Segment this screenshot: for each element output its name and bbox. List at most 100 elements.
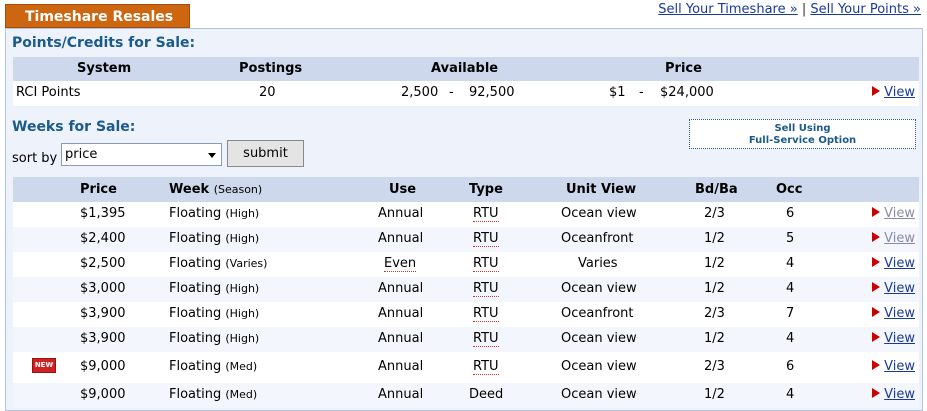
table-cell: Floating (High): [169, 206, 260, 221]
sort-select[interactable]: price: [61, 143, 222, 166]
listings-panel: Points/Credits for Sale: System Postings…: [5, 28, 923, 411]
sell-full-service-button[interactable]: Sell Using Full-Service Option: [689, 119, 916, 149]
table-cell: Ocean view: [561, 206, 637, 221]
new-badge-icon: NEW: [32, 358, 56, 373]
table-cell: Floating (Med): [169, 359, 258, 374]
points-header-row: System Postings Available Price: [13, 57, 919, 81]
col-price: Price: [665, 61, 702, 76]
table-cell: 6: [786, 359, 795, 374]
play-arrow-icon: [872, 257, 881, 267]
postings-cell: 20: [259, 85, 276, 100]
points-section-title: Points/Credits for Sale:: [12, 35, 196, 51]
link-separator: |: [801, 2, 807, 17]
table-cell: Annual: [378, 231, 424, 246]
section-tab: Timeshare Resales: [5, 4, 190, 28]
table-cell: $9,000: [80, 359, 126, 374]
table-cell: Annual: [378, 359, 424, 374]
table-cell: 4: [786, 331, 795, 346]
points-row: RCI Points 20 2,500 - 92,500 $1 - $24,00…: [13, 81, 919, 106]
play-arrow-icon: [872, 232, 881, 242]
table-row: $9,000 Floating (Med) Annual Deed Ocean …: [13, 383, 919, 408]
table-cell: $1,395: [80, 206, 126, 221]
price-min: $1: [609, 85, 626, 100]
col-week: Week (Season): [169, 182, 263, 197]
col-use: Use: [389, 182, 417, 197]
table-row: $3,000 Floating (High) Annual RTU Ocean …: [13, 277, 919, 302]
table-cell: RTU: [473, 306, 499, 322]
table-cell: Annual: [378, 206, 424, 221]
table-cell: $2,400: [80, 231, 126, 246]
table-cell: RTU: [473, 281, 499, 297]
table-cell: 2/3: [704, 306, 725, 321]
col-system: System: [77, 61, 132, 76]
table-cell: 4: [786, 387, 795, 402]
table-cell: Oceanfront: [561, 306, 634, 321]
table-cell: $3,900: [80, 331, 126, 346]
table-cell: Ocean view: [561, 331, 637, 346]
table-cell: 4: [786, 281, 795, 296]
sort-label: sort by: [12, 151, 58, 166]
table-cell: Floating (Varies): [169, 256, 268, 271]
table-row: $2,500 Floating (Varies) Even RTU Varies…: [13, 252, 919, 277]
table-cell: 6: [786, 206, 795, 221]
available-dash: -: [449, 85, 454, 100]
table-cell: Even: [384, 256, 417, 272]
table-cell: 4: [786, 256, 795, 271]
table-cell: Floating (High): [169, 331, 260, 346]
view-link[interactable]: View: [872, 306, 915, 321]
play-arrow-icon: [872, 207, 881, 217]
table-cell: Floating (High): [169, 281, 260, 296]
table-row: NEW $9,000 Floating (Med) Annual RTU Oce…: [13, 352, 919, 383]
table-cell: RTU: [473, 331, 499, 347]
table-cell: Varies: [578, 256, 618, 271]
table-cell: 1/2: [704, 231, 725, 246]
view-link[interactable]: View: [872, 231, 915, 246]
table-cell: Ocean view: [561, 359, 637, 374]
system-cell: RCI Points: [16, 85, 81, 100]
view-link[interactable]: View: [872, 281, 915, 296]
table-cell: RTU: [473, 256, 499, 272]
play-arrow-icon: [872, 332, 881, 342]
table-cell: RTU: [473, 206, 499, 222]
table-cell: Oceanfront: [561, 231, 634, 246]
top-bar: Timeshare Resales Sell Your Timeshare » …: [0, 0, 927, 28]
table-cell: 1/2: [704, 331, 725, 346]
table-row: $2,400 Floating (High) Annual RTU Oceanf…: [13, 227, 919, 252]
play-arrow-icon: [872, 86, 881, 96]
view-link[interactable]: View: [872, 256, 915, 271]
table-cell: $2,500: [80, 256, 126, 271]
view-link[interactable]: View: [872, 387, 915, 402]
table-cell: 2/3: [704, 359, 725, 374]
table-cell: $3,000: [80, 281, 126, 296]
table-cell: Floating (High): [169, 231, 260, 246]
table-cell: Deed: [469, 387, 504, 402]
col-available: Available: [431, 61, 499, 76]
table-cell: Annual: [378, 331, 424, 346]
table-cell: 1/2: [704, 281, 725, 296]
sell-points-link[interactable]: Sell Your Points »: [810, 2, 921, 17]
col-bdba: Bd/Ba: [695, 182, 738, 197]
col-type: Type: [469, 182, 503, 197]
table-row: $3,900 Floating (High) Annual RTU Oceanf…: [13, 302, 919, 327]
submit-button[interactable]: submit: [227, 140, 304, 167]
sell-timeshare-link[interactable]: Sell Your Timeshare »: [658, 2, 797, 17]
view-link[interactable]: View: [872, 206, 915, 221]
view-link[interactable]: View: [872, 359, 915, 374]
col-price: Price: [80, 182, 117, 197]
table-cell: $9,000: [80, 387, 126, 402]
table-cell: Annual: [378, 281, 424, 296]
table-cell: Ocean view: [561, 281, 637, 296]
view-link[interactable]: View: [872, 85, 915, 100]
price-dash: -: [639, 85, 644, 100]
play-arrow-icon: [872, 307, 881, 317]
table-row: $3,900 Floating (High) Annual RTU Ocean …: [13, 327, 919, 352]
available-max: 92,500: [469, 85, 515, 100]
table-cell: Ocean view: [561, 387, 637, 402]
table-cell: 1/2: [704, 387, 725, 402]
table-cell: RTU: [473, 359, 499, 375]
col-unit-view: Unit View: [566, 182, 637, 197]
weeks-section-title: Weeks for Sale:: [12, 119, 136, 135]
view-link[interactable]: View: [872, 331, 915, 346]
table-cell: $3,900: [80, 306, 126, 321]
play-arrow-icon: [872, 282, 881, 292]
